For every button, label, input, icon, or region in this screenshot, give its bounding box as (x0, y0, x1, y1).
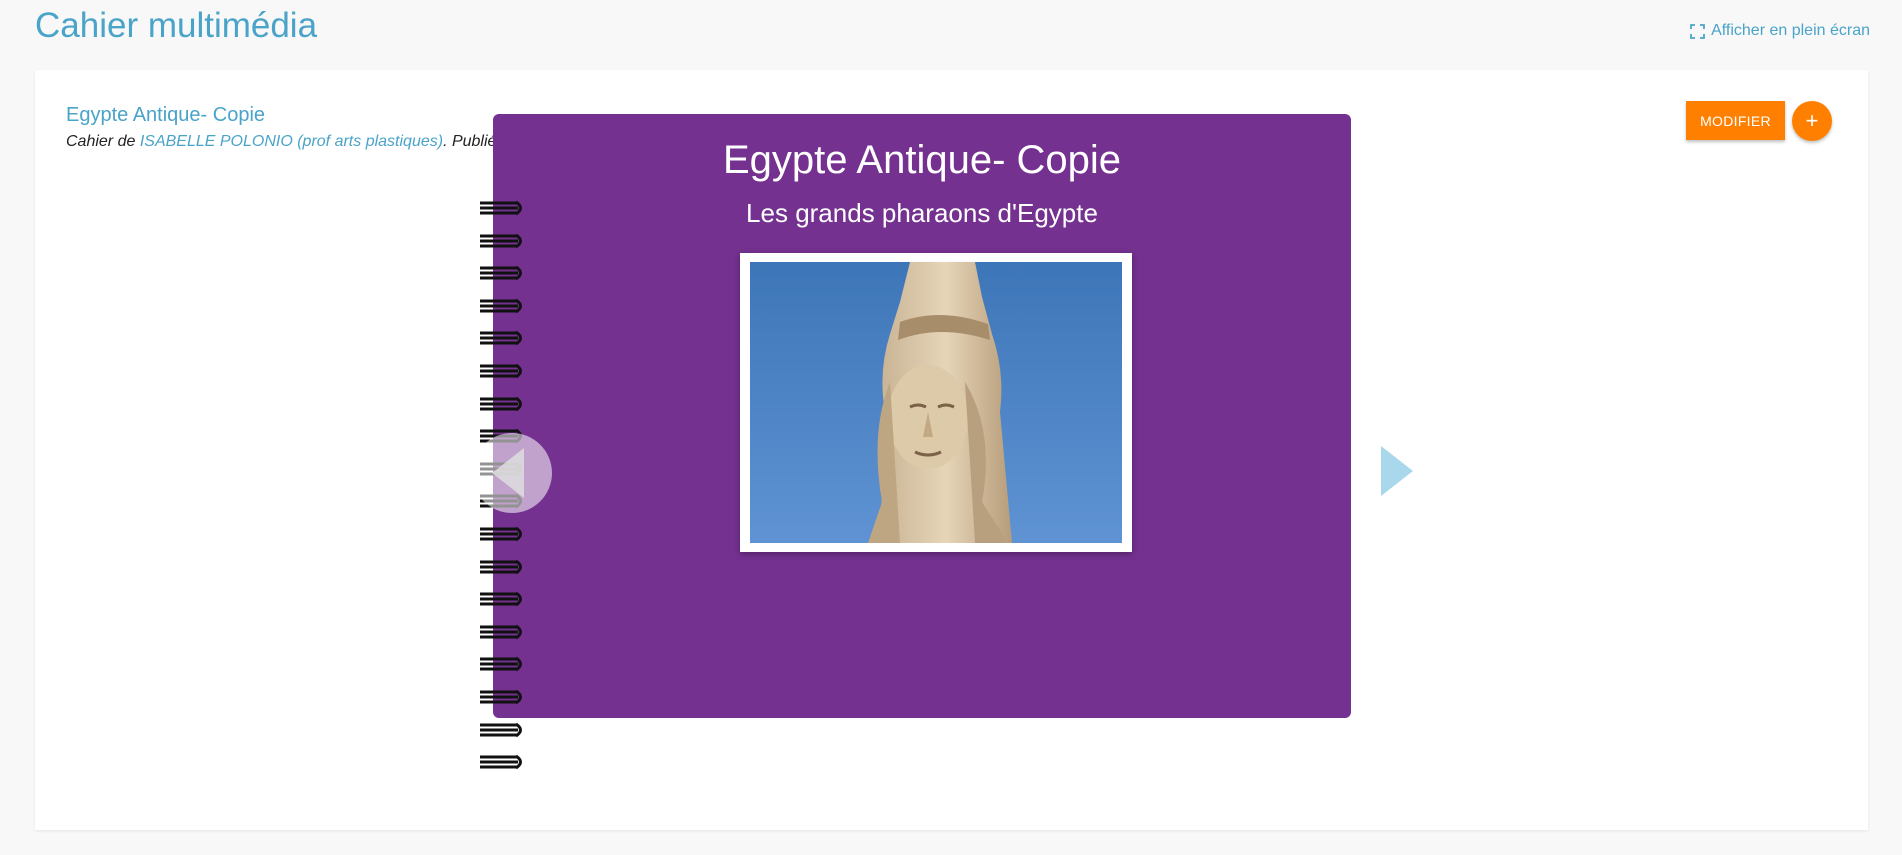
add-button[interactable]: + (1792, 101, 1832, 141)
spiral-ring (478, 326, 562, 350)
cover-title: Egypte Antique- Copie (722, 138, 1122, 182)
modify-button[interactable]: MODIFIER (1686, 101, 1785, 140)
fullscreen-label: Afficher en plein écran (1711, 22, 1870, 39)
spiral-ring (478, 718, 562, 742)
spiral-ring (478, 620, 562, 644)
arrow-right-icon (1381, 446, 1413, 496)
fullscreen-link[interactable]: Afficher en plein écran (1690, 22, 1870, 40)
notebook-cover: Egypte Antique- Copie Les grands pharaon… (493, 114, 1351, 718)
spiral-ring (478, 196, 562, 220)
fullscreen-icon (1690, 23, 1705, 39)
spiral-ring (478, 359, 562, 383)
spiral-ring (478, 555, 562, 579)
spiral-ring (478, 229, 562, 253)
author-link[interactable]: ISABELLE POLONIO (prof arts plastiques) (140, 133, 443, 150)
spiral-ring (478, 261, 562, 285)
cover-photo-frame (740, 253, 1132, 552)
cover-subtitle: Les grands pharaons d'Egypte (746, 198, 1098, 228)
spiral-ring (478, 522, 562, 546)
arrow-left-icon (492, 448, 524, 498)
spiral-ring (478, 750, 562, 774)
notebook-title[interactable]: Egypte Antique- Copie (66, 104, 265, 127)
meta-prefix: Cahier de (66, 133, 140, 150)
pharaoh-statue-image (750, 262, 1122, 543)
next-page-button[interactable] (1351, 431, 1431, 511)
spiral-ring (478, 587, 562, 611)
spiral-ring (478, 294, 562, 318)
spiral-ring (478, 392, 562, 416)
spiral-ring (478, 652, 562, 676)
page-title: Cahier multimédia (35, 6, 318, 45)
previous-page-button[interactable] (472, 433, 552, 513)
spiral-ring (478, 685, 562, 709)
